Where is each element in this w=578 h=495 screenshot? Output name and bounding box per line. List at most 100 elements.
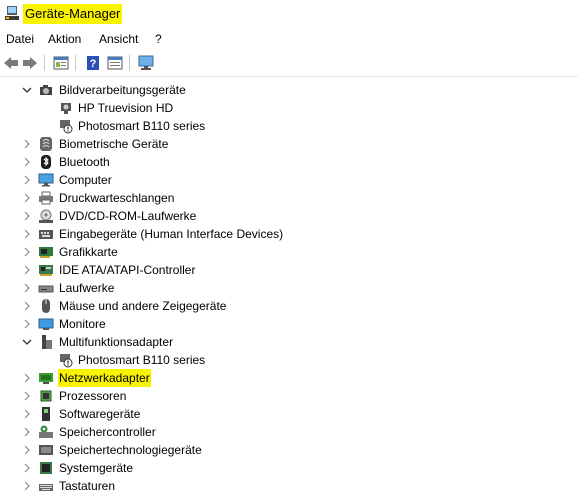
tree-item-label: Grafikkarte [59, 245, 118, 259]
warning-device-icon [60, 120, 73, 134]
system-device-icon [40, 462, 52, 474]
chevron-right-icon[interactable] [22, 389, 32, 403]
tree-item-drives[interactable]: Laufwerke [0, 279, 578, 297]
toolbar-separator [129, 55, 130, 71]
toolbar: ? [0, 52, 578, 77]
chevron-right-icon[interactable] [22, 317, 32, 331]
help-icon[interactable]: ? [84, 54, 102, 72]
tree-item-network-adapters[interactable]: Netzwerkadapter [0, 369, 578, 387]
chevron-right-icon[interactable] [22, 155, 32, 169]
tree-item-dvd-drives[interactable]: DVD/CD-ROM-Laufwerke [0, 207, 578, 225]
storage-device-icon [39, 445, 53, 455]
multifunction-icon [42, 335, 52, 349]
chevron-right-icon[interactable] [22, 227, 32, 241]
menu-aktion[interactable]: Aktion [48, 30, 81, 48]
chevron-right-icon[interactable] [22, 245, 32, 259]
menu-bar: Datei Aktion Ansicht ? [0, 30, 578, 48]
forward-icon[interactable] [21, 54, 39, 72]
tree-item-computer[interactable]: Computer [0, 171, 578, 189]
back-icon[interactable] [2, 54, 20, 72]
tree-item-label: Mäuse und andere Zeigegeräte [59, 299, 227, 313]
tree-item-label: Druckwarteschlangen [59, 191, 175, 205]
tree-item-label: Softwaregeräte [59, 407, 141, 421]
tree-item-label: Multifunktionsadapter [59, 335, 174, 349]
chevron-right-icon[interactable] [22, 173, 32, 187]
tree-item-label: DVD/CD-ROM-Laufwerke [59, 209, 197, 223]
tree-item-processors[interactable]: Prozessoren [0, 387, 578, 405]
chevron-right-icon[interactable] [22, 209, 32, 223]
chevron-right-icon[interactable] [22, 479, 32, 493]
tree-item-label: Photosmart B110 series [78, 119, 206, 133]
chevron-down-icon[interactable] [22, 335, 32, 349]
tree-item-system-devices[interactable]: Systemgeräte [0, 459, 578, 477]
tree-item-storage-controllers[interactable]: Speichercontroller [0, 423, 578, 441]
camera-icon [40, 85, 52, 95]
chevron-right-icon[interactable] [22, 425, 32, 439]
toolbar-separator [44, 55, 45, 71]
chevron-right-icon[interactable] [22, 191, 32, 205]
window-title: Geräte-Manager [23, 4, 123, 24]
mouse-icon [42, 299, 50, 313]
toolbar-separator [75, 55, 76, 71]
tree-item-label: Bluetooth [59, 155, 110, 169]
monitor-icon [38, 173, 54, 187]
tree-item-label: Monitore [59, 317, 106, 331]
tree-item-hp-truevision[interactable]: HP Truevision HD [0, 99, 578, 117]
tree-item-label: Speichertechnologiegeräte [59, 443, 202, 457]
tree-item-print-queues[interactable]: Druckwarteschlangen [0, 189, 578, 207]
tree-item-bluetooth[interactable]: Bluetooth [0, 153, 578, 171]
tree-item-biometric[interactable]: Biometrische Geräte [0, 135, 578, 153]
tree-item-monitors[interactable]: Monitore [0, 315, 578, 333]
monitor-scan-icon[interactable] [137, 54, 155, 72]
chevron-right-icon[interactable] [22, 461, 32, 475]
properties-icon[interactable] [52, 54, 70, 72]
tree-item-graphics[interactable]: Grafikkarte [0, 243, 578, 261]
hard-drive-icon [38, 285, 54, 293]
controller-icon [39, 265, 53, 276]
chevron-right-icon[interactable] [22, 281, 32, 295]
tree-item-photosmart[interactable]: Photosmart B110 series [0, 117, 578, 135]
fingerprint-icon [40, 137, 52, 151]
graphics-card-icon [39, 247, 53, 258]
chevron-right-icon[interactable] [22, 137, 32, 151]
tree-item-label: IDE ATA/ATAPI-Controller [59, 263, 196, 277]
tree-item-label: Photosmart B110 series [78, 353, 206, 367]
printer-icon [39, 191, 53, 205]
tree-item-storage-tech[interactable]: Speichertechnologiegeräte [0, 441, 578, 459]
cpu-icon [40, 390, 52, 402]
keyboard-icon [39, 484, 53, 491]
webcam-icon [61, 103, 71, 114]
menu-help[interactable]: ? [155, 30, 162, 48]
tree-item-imaging-devices[interactable]: Bildverarbeitungsgeräte [0, 81, 578, 99]
menu-datei[interactable]: Datei [6, 30, 34, 48]
chevron-right-icon[interactable] [22, 443, 32, 457]
tree-item-label: Speichercontroller [59, 425, 156, 439]
tree-item-label: Eingabegeräte (Human Interface Devices) [59, 227, 284, 241]
chevron-right-icon[interactable] [22, 263, 32, 277]
monitor-icon [38, 318, 54, 330]
tree-item-label: Tastaturen [59, 479, 116, 493]
tree-item-mice[interactable]: Mäuse und andere Zeigegeräte [0, 297, 578, 315]
tree-item-keyboards[interactable]: Tastaturen [0, 477, 578, 495]
disc-drive-icon [39, 209, 53, 223]
tree-item-label: Computer [59, 173, 112, 187]
title-bar: Geräte-Manager [0, 0, 578, 28]
chevron-right-icon[interactable] [22, 371, 32, 385]
chevron-down-icon[interactable] [22, 83, 32, 97]
chevron-right-icon[interactable] [22, 299, 32, 313]
menu-ansicht[interactable]: Ansicht [99, 30, 138, 48]
device-manager-icon [5, 6, 19, 20]
tree-item-photosmart-multifunction[interactable]: Photosmart B110 series [0, 351, 578, 369]
view-icon[interactable] [106, 54, 124, 72]
tree-item-label: HP Truevision HD [78, 101, 174, 115]
storage-controller-icon [39, 425, 53, 438]
tree-item-software-devices[interactable]: Softwaregeräte [0, 405, 578, 423]
chevron-right-icon[interactable] [22, 407, 32, 421]
tree-item-label: Systemgeräte [59, 461, 134, 475]
tree-item-multifunction[interactable]: Multifunktionsadapter [0, 333, 578, 351]
tree-item-hid[interactable]: Eingabegeräte (Human Interface Devices) [0, 225, 578, 243]
tree-item-ide-controller[interactable]: IDE ATA/ATAPI-Controller [0, 261, 578, 279]
tree-item-label: Prozessoren [59, 389, 127, 403]
tree-item-label: Netzwerkadapter [58, 369, 151, 387]
tree-item-label: Bildverarbeitungsgeräte [59, 83, 186, 97]
